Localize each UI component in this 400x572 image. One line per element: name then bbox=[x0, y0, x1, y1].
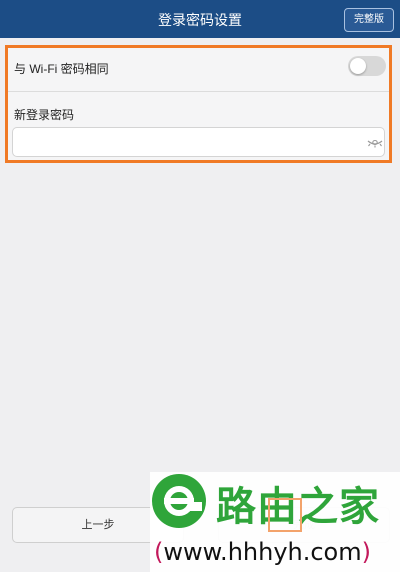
e-logo-icon bbox=[152, 474, 206, 528]
eye-hidden-icon[interactable] bbox=[367, 135, 383, 149]
new-password-label: 新登录密码 bbox=[14, 108, 75, 122]
same-as-wifi-row: 与 Wi-Fi 密码相同 bbox=[8, 48, 389, 92]
url-text: www.hhhyh.com bbox=[163, 538, 362, 566]
password-settings-panel: 与 Wi-Fi 密码相同 新登录密码 bbox=[5, 45, 392, 163]
page-title: 登录密码设置 bbox=[158, 12, 242, 28]
watermark-url: (www.hhhyh.com) bbox=[154, 538, 371, 566]
watermark-accent bbox=[268, 498, 302, 532]
top-bar: 登录密码设置 完整版 bbox=[0, 0, 400, 38]
toggle-knob bbox=[350, 58, 366, 74]
url-close-paren: ) bbox=[361, 538, 371, 566]
same-as-wifi-toggle[interactable] bbox=[348, 56, 386, 76]
same-as-wifi-label: 与 Wi-Fi 密码相同 bbox=[14, 62, 109, 76]
full-version-button[interactable]: 完整版 bbox=[344, 8, 394, 32]
url-open-paren: ( bbox=[154, 538, 164, 566]
watermark: 路由之家 (www.hhhyh.com) bbox=[150, 472, 400, 572]
new-password-input[interactable] bbox=[12, 127, 385, 157]
